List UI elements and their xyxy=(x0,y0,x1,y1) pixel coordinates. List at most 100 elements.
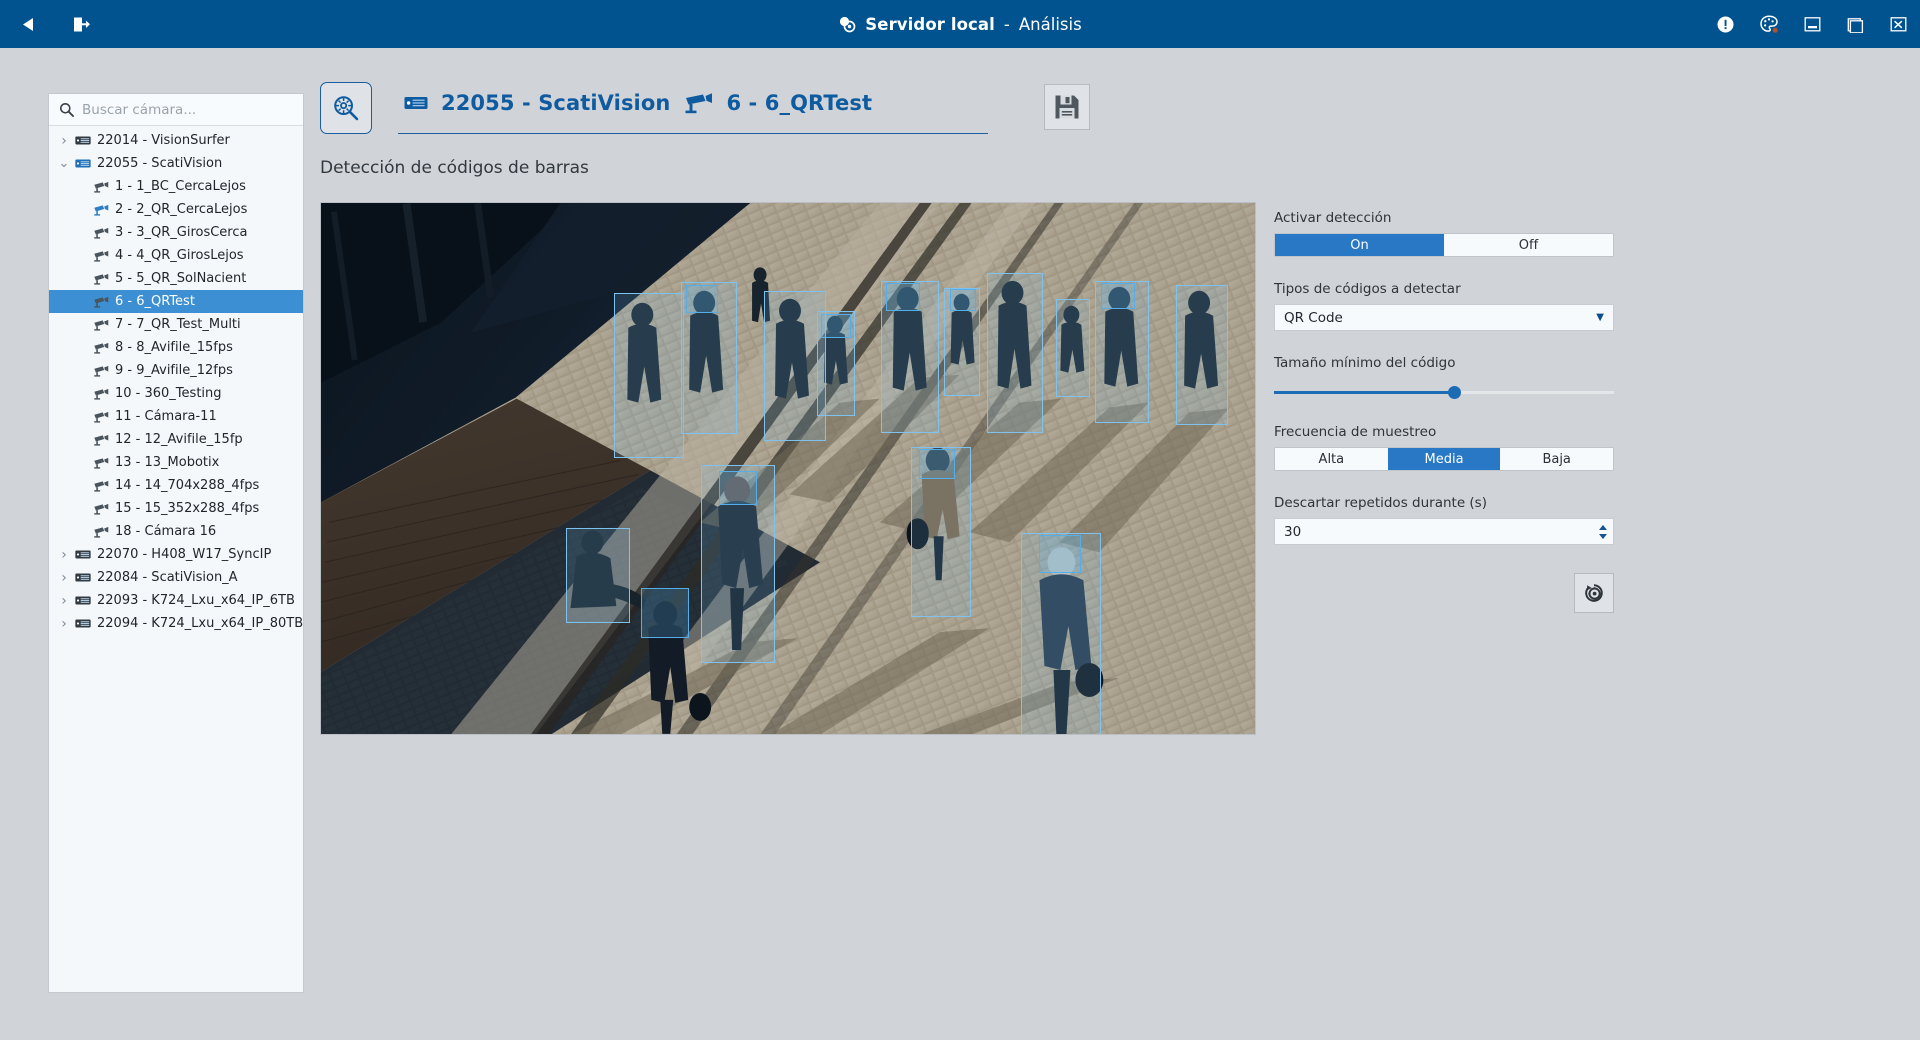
info-icon[interactable] xyxy=(1703,0,1747,48)
server-icon xyxy=(72,158,94,169)
sampling-option-media[interactable]: Media xyxy=(1387,448,1501,470)
minimize-icon[interactable] xyxy=(1791,0,1834,48)
camera-icon xyxy=(90,388,112,400)
surveillance-video-feed[interactable] xyxy=(320,202,1256,735)
tree-item-22014-visionsurfer[interactable]: › 22014 - VisionSurfer xyxy=(49,129,303,152)
code-types-group: Tipos de códigos a detectar QR Code ▼ xyxy=(1274,281,1614,331)
camera-icon xyxy=(90,503,112,515)
chevron-right-icon[interactable]: › xyxy=(56,570,72,586)
detection-box-person xyxy=(614,293,684,458)
tree-item-22093-k724-lxu-x64-ip-6tb[interactable]: › 22093 - K724_Lxu_x64_IP_6TB xyxy=(49,589,303,612)
theme-palette-icon[interactable] xyxy=(1747,0,1791,48)
stepper-down-icon[interactable] xyxy=(1599,533,1607,539)
camera-icon xyxy=(90,319,112,331)
analytics-search-icon[interactable] xyxy=(320,82,372,134)
camera-icon xyxy=(90,296,112,308)
tree-item-label: 13 - 13_Mobotix xyxy=(115,455,220,470)
chevron-right-icon[interactable]: › xyxy=(56,616,72,632)
tree-item-label: 12 - 12_Avifile_15fp xyxy=(115,432,243,447)
activate-detection-group: Activar detección On Off xyxy=(1274,210,1614,257)
camera-icon xyxy=(90,250,112,262)
tree-item-label: 4 - 4_QR_GirosLejos xyxy=(115,248,244,263)
save-button[interactable] xyxy=(1044,84,1090,130)
tree-item-4-4-qr-giroslejos[interactable]: 4 - 4_QR_GirosLejos xyxy=(49,244,303,267)
main-content: 22055 - ScatiVision 6 - 6_QRTest Detecci… xyxy=(320,80,1920,1040)
tree-item-5-5-qr-solnacient[interactable]: 5 - 5_QR_SolNacient xyxy=(49,267,303,290)
tree-item-label: 15 - 15_352x288_4fps xyxy=(115,501,260,516)
camera-icon xyxy=(90,181,112,193)
sampling-frequency-toggle[interactable]: Alta Media Baja xyxy=(1274,447,1614,471)
activate-option-off[interactable]: Off xyxy=(1444,234,1613,256)
tree-item-1-1-bc-cercalejos[interactable]: 1 - 1_BC_CercaLejos xyxy=(49,175,303,198)
tree-item-label: 22055 - ScatiVision xyxy=(97,156,223,171)
code-types-select[interactable]: QR Code ▼ xyxy=(1274,304,1614,331)
slider-knob[interactable] xyxy=(1448,386,1462,399)
min-size-slider[interactable] xyxy=(1274,384,1614,400)
tree-item-18-c-mara-16[interactable]: 18 - Cámara 16 xyxy=(49,520,303,543)
discard-repeats-stepper[interactable]: 30 xyxy=(1274,518,1614,545)
detection-box-person xyxy=(1056,299,1090,397)
activate-detection-label: Activar detección xyxy=(1274,210,1392,226)
logout-icon[interactable] xyxy=(66,9,96,39)
tree-item-11-c-mara-11[interactable]: 11 - Cámara-11 xyxy=(49,405,303,428)
sampling-option-alta[interactable]: Alta xyxy=(1275,448,1388,470)
detection-box-face xyxy=(950,289,976,311)
tree-item-label: 1 - 1_BC_CercaLejos xyxy=(115,179,246,194)
tree-item-label: 8 - 8_Avifile_15fps xyxy=(115,340,233,355)
advanced-settings-gear-icon[interactable] xyxy=(1574,573,1614,613)
chevron-down-icon: ▼ xyxy=(1596,312,1604,323)
activate-detection-toggle[interactable]: On Off xyxy=(1274,233,1614,257)
camera-tree: › 22014 - VisionSurfer ⌄ 22055 - ScatiVis… xyxy=(49,126,303,635)
tree-item-label: 22094 - K724_Lxu_x64_IP_80TB xyxy=(97,616,303,631)
detection-box-face xyxy=(919,449,955,479)
tree-item-22055-scativision[interactable]: ⌄ 22055 - ScatiVision xyxy=(49,152,303,175)
activate-option-on[interactable]: On xyxy=(1275,234,1444,256)
server-icon xyxy=(72,618,94,629)
min-size-label: Tamaño mínimo del código xyxy=(1274,355,1456,371)
tree-item-22094-k724-lxu-x64-ip-80tb[interactable]: › 22094 - K724_Lxu_x64_IP_80TB xyxy=(49,612,303,635)
tree-item-13-13-mobotix[interactable]: 13 - 13_Mobotix xyxy=(49,451,303,474)
sampling-option-baja[interactable]: Baja xyxy=(1500,448,1614,470)
chevron-right-icon[interactable]: › xyxy=(56,547,72,563)
code-types-value: QR Code xyxy=(1284,309,1343,326)
camera-icon xyxy=(90,457,112,469)
tree-item-12-12-avifile-15fp[interactable]: 12 - 12_Avifile_15fp xyxy=(49,428,303,451)
page-title: Detección de códigos de barras xyxy=(320,158,589,178)
tree-item-6-6-qrtest[interactable]: 6 - 6_QRTest xyxy=(49,290,303,313)
close-icon[interactable] xyxy=(1877,0,1920,48)
detection-box-person xyxy=(1176,285,1228,425)
chevron-down-icon[interactable]: ⌄ xyxy=(56,156,72,171)
camera-icon xyxy=(90,204,112,216)
tree-item-15-15-352x288-4fps[interactable]: 15 - 15_352x288_4fps xyxy=(49,497,303,520)
back-button[interactable] xyxy=(14,9,44,39)
tree-item-22084-scativision-a[interactable]: › 22084 - ScatiVision_A xyxy=(49,566,303,589)
tree-item-7-7-qr-test-multi[interactable]: 7 - 7_QR_Test_Multi xyxy=(49,313,303,336)
camera-icon xyxy=(90,342,112,354)
camera-icon xyxy=(90,526,112,538)
chevron-right-icon[interactable]: › xyxy=(56,133,72,149)
breadcrumb-camera: 6 - 6_QRTest xyxy=(726,91,873,115)
tree-item-label: 10 - 360_Testing xyxy=(115,386,222,401)
tree-item-label: 2 - 2_QR_CercaLejos xyxy=(115,202,248,217)
tree-item-8-8-avifile-15fps[interactable]: 8 - 8_Avifile_15fps xyxy=(49,336,303,359)
search-input[interactable] xyxy=(82,101,287,118)
tree-item-label: 18 - Cámara 16 xyxy=(115,524,217,539)
detection-box-face xyxy=(641,588,689,638)
tree-item-3-3-qr-giroscerca[interactable]: 3 - 3_QR_GirosCerca xyxy=(49,221,303,244)
tree-item-2-2-qr-cercalejos[interactable]: 2 - 2_QR_CercaLejos xyxy=(49,198,303,221)
detection-box-face xyxy=(686,285,718,313)
server-icon xyxy=(72,135,94,146)
stepper-up-icon[interactable] xyxy=(1599,524,1607,530)
tree-item-label: 6 - 6_QRTest xyxy=(115,294,195,309)
discard-repeats-label: Descartar repetidos durante (s) xyxy=(1274,495,1487,511)
chevron-right-icon[interactable]: › xyxy=(56,593,72,609)
detection-box-face xyxy=(886,283,920,311)
tree-item-label: 22014 - VisionSurfer xyxy=(97,133,230,148)
tree-item-9-9-avifile-12fps[interactable]: 9 - 9_Avifile_12fps xyxy=(49,359,303,382)
server-icon xyxy=(72,572,94,583)
tree-item-14-14-704x288-4fps[interactable]: 14 - 14_704x288_4fps xyxy=(49,474,303,497)
tree-item-22070-h408-w17-syncip[interactable]: › 22070 - H408_W17_SyncIP xyxy=(49,543,303,566)
tree-item-10-360-testing[interactable]: 10 - 360_Testing xyxy=(49,382,303,405)
server-icon xyxy=(72,595,94,606)
maximize-icon[interactable] xyxy=(1834,0,1877,48)
